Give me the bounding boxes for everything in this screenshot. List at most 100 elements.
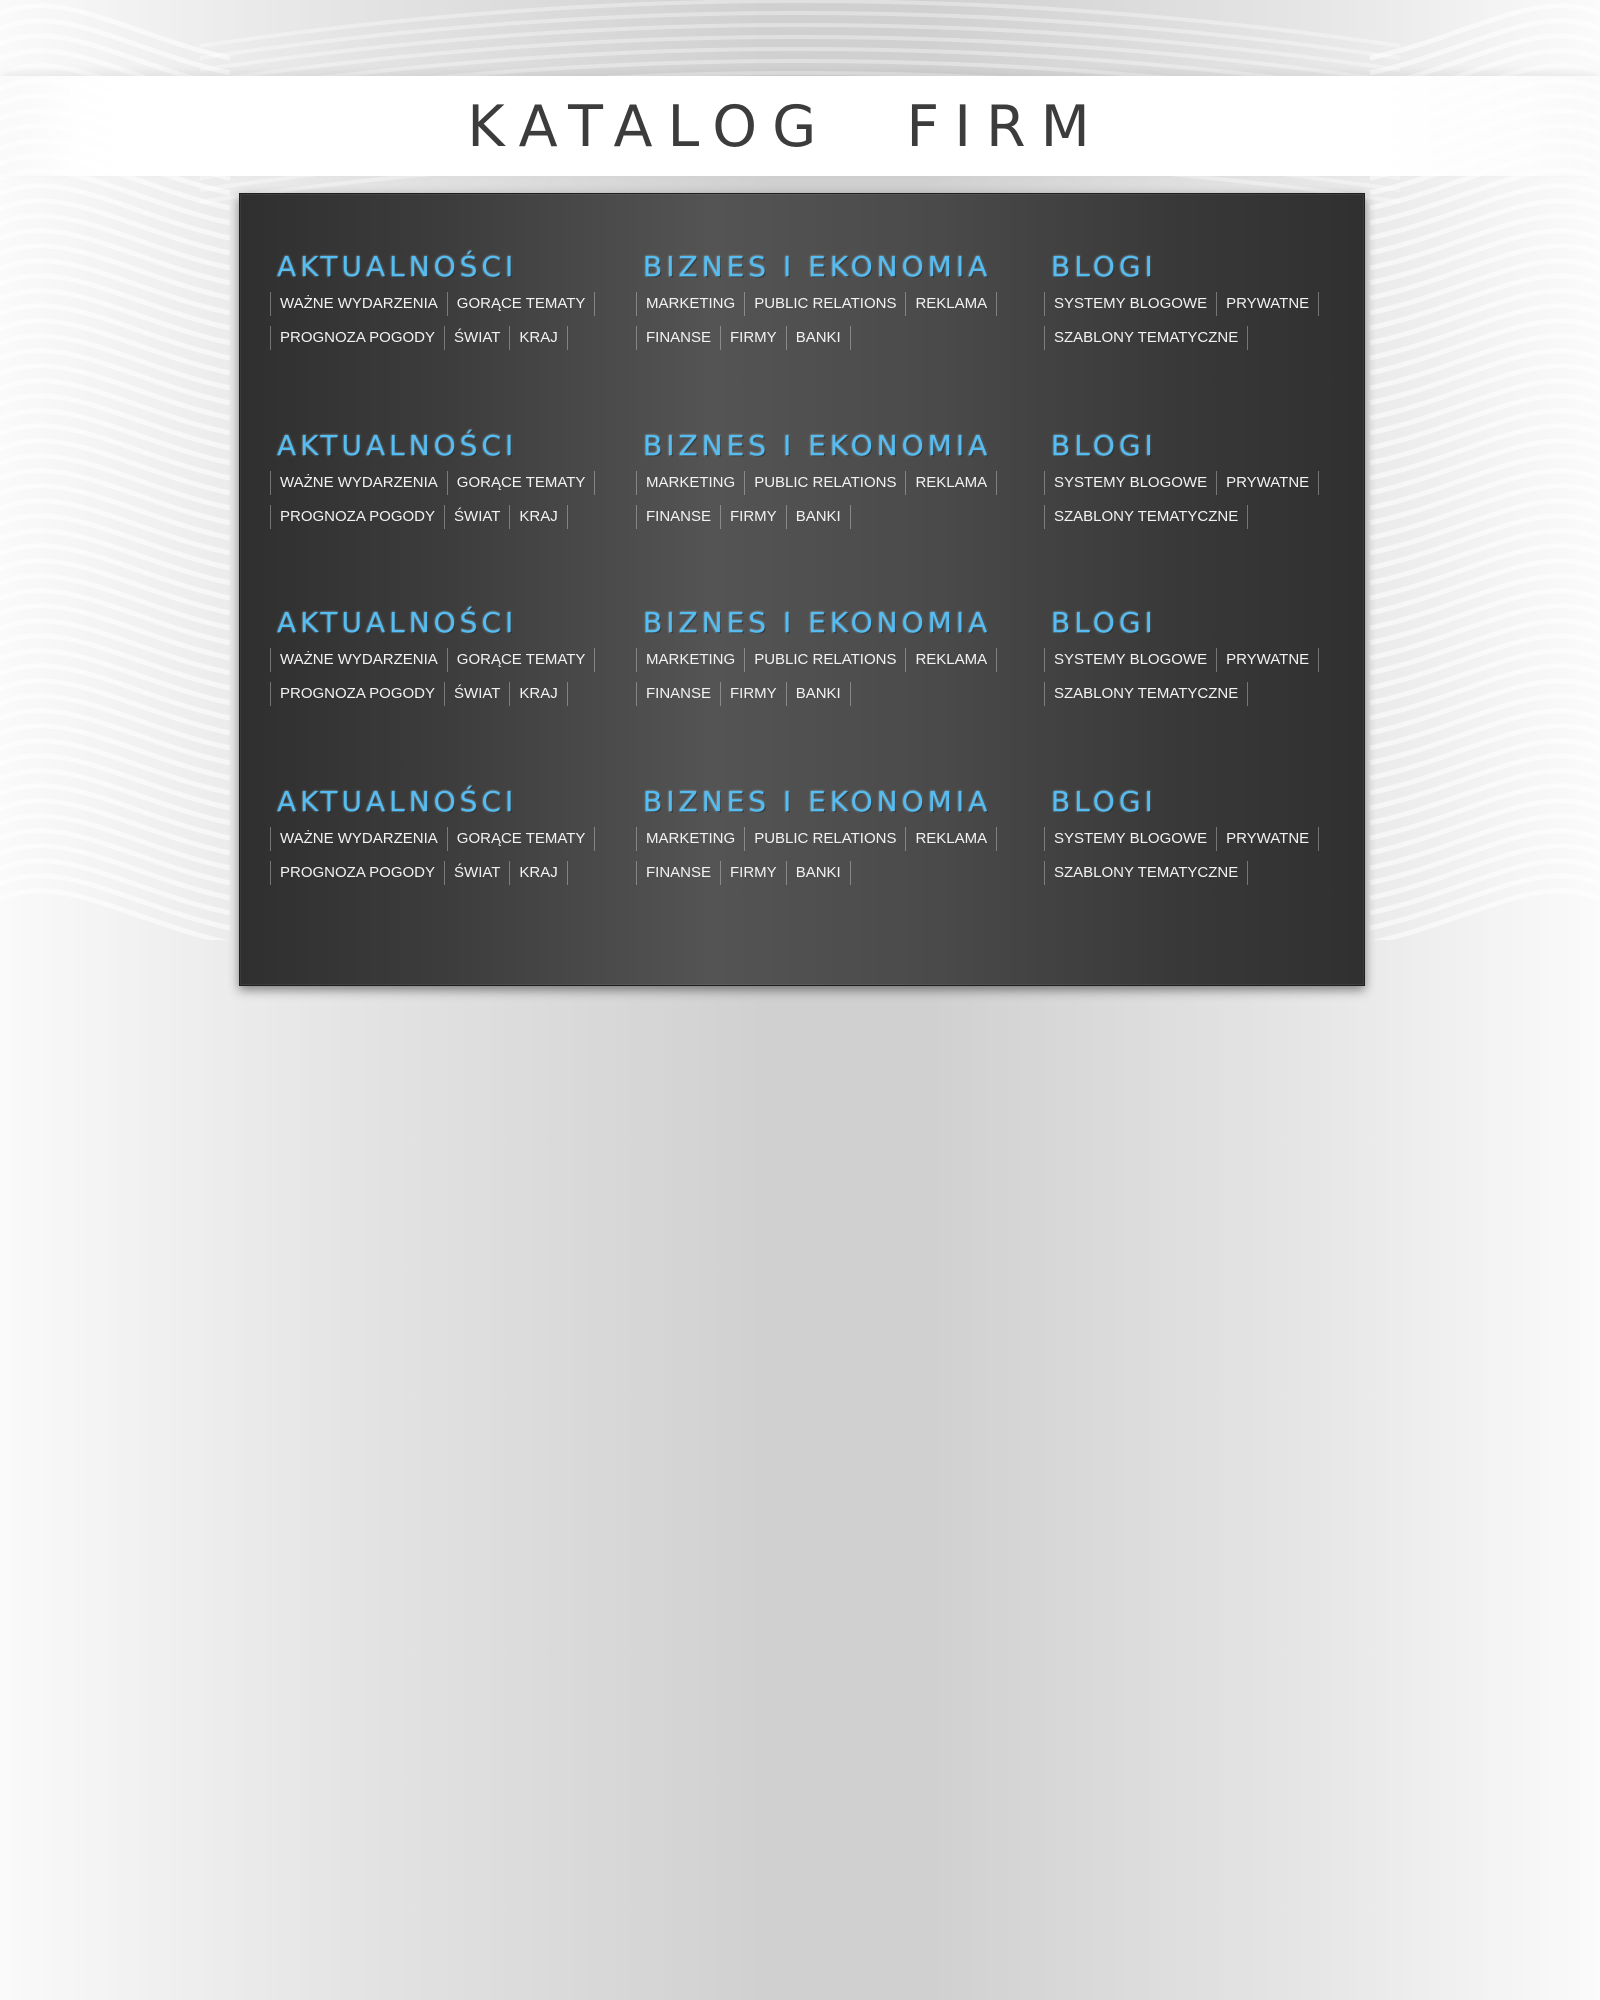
- category-block-blogs: BLOGI SYSTEMY BLOGOWE PRYWATNE SZABLONY TEM…: [1044, 605, 1394, 711]
- subcategory-link[interactable]: PROGNOZA POGODY: [270, 682, 444, 706]
- subcategory-row: SYSTEMY BLOGOWE PRYWATNE: [1044, 287, 1394, 321]
- subcategory-row: PROGNOZA POGODY ŚWIAT KRAJ: [270, 500, 620, 534]
- category-block-news: AKTUALNOŚCI WAŻNE WYDARZENIA GORĄCE TEMATY…: [270, 249, 620, 355]
- subcategory-link[interactable]: REKLAMA: [905, 292, 998, 316]
- category-block-business: BIZNES I EKONOMIA MARKETING PUBLIC RELATIO…: [636, 784, 998, 890]
- subcategory-link[interactable]: FIRMY: [720, 326, 786, 350]
- subcategory-link[interactable]: KRAJ: [509, 861, 568, 885]
- subcategory-link[interactable]: FIRMY: [720, 861, 786, 885]
- subcategory-link[interactable]: PUBLIC RELATIONS: [744, 827, 905, 851]
- subcategory-link[interactable]: SYSTEMY BLOGOWE: [1044, 827, 1216, 851]
- category-title[interactable]: BLOGI: [1051, 605, 1394, 641]
- subcategory-link[interactable]: PRYWATNE: [1216, 827, 1320, 851]
- subcategory-row: FINANSE FIRMY BANKI: [636, 677, 986, 711]
- subcategory-link[interactable]: FIRMY: [720, 682, 786, 706]
- category-title[interactable]: BIZNES I EKONOMIA: [643, 428, 987, 464]
- category-title[interactable]: BLOGI: [1051, 784, 1394, 820]
- subcategory-link[interactable]: PUBLIC RELATIONS: [744, 648, 905, 672]
- subcategory-row: SYSTEMY BLOGOWE PRYWATNE: [1044, 643, 1394, 677]
- subcategory-link[interactable]: GORĄCE TEMATY: [446, 292, 596, 316]
- subcategory-link[interactable]: SYSTEMY BLOGOWE: [1044, 292, 1216, 316]
- subcategory-link[interactable]: PRYWATNE: [1216, 648, 1320, 672]
- subcategory-link[interactable]: KRAJ: [509, 326, 568, 350]
- subcategory-link[interactable]: ŚWIAT: [444, 505, 509, 529]
- subcategory-row: SZABLONY TEMATYCZNE: [1044, 321, 1394, 355]
- background-wave-line: [1371, 888, 1600, 940]
- subcategory-link[interactable]: GORĄCE TEMATY: [446, 827, 596, 851]
- category-block-news: AKTUALNOŚCI WAŻNE WYDARZENIA GORĄCE TEMATY…: [270, 605, 620, 711]
- subcategory-link[interactable]: SZABLONY TEMATYCZNE: [1044, 326, 1249, 350]
- subcategory-link[interactable]: SZABLONY TEMATYCZNE: [1044, 505, 1249, 529]
- subcategory-link[interactable]: PRYWATNE: [1216, 471, 1320, 495]
- category-title[interactable]: AKTUALNOŚCI: [277, 428, 620, 464]
- category-title[interactable]: BLOGI: [1051, 249, 1394, 285]
- subcategory-link[interactable]: PUBLIC RELATIONS: [744, 292, 905, 316]
- subcategory-link[interactable]: PROGNOZA POGODY: [270, 326, 444, 350]
- subcategory-link[interactable]: SZABLONY TEMATYCZNE: [1044, 861, 1249, 885]
- category-title[interactable]: BLOGI: [1051, 428, 1394, 464]
- category-title[interactable]: BIZNES I EKONOMIA: [643, 784, 987, 820]
- category-title[interactable]: AKTUALNOŚCI: [277, 605, 620, 641]
- subcategory-link[interactable]: REKLAMA: [905, 471, 998, 495]
- subcategory-link[interactable]: PRYWATNE: [1216, 292, 1320, 316]
- subcategory-row: FINANSE FIRMY BANKI: [636, 500, 986, 534]
- category-block-business: BIZNES I EKONOMIA MARKETING PUBLIC RELATIO…: [636, 605, 998, 711]
- subcategory-row: PROGNOZA POGODY ŚWIAT KRAJ: [270, 856, 620, 890]
- subcategory-row: MARKETING PUBLIC RELATIONS REKLAMA: [636, 822, 998, 856]
- subcategory-row: SZABLONY TEMATYCZNE: [1044, 500, 1394, 534]
- category-title[interactable]: AKTUALNOŚCI: [277, 784, 620, 820]
- subcategory-link[interactable]: WAŻNE WYDARZENIA: [270, 827, 447, 851]
- subcategory-row: SYSTEMY BLOGOWE PRYWATNE: [1044, 466, 1394, 500]
- site-title: KATALOG FIRM: [467, 94, 1105, 160]
- subcategory-row: PROGNOZA POGODY ŚWIAT KRAJ: [270, 677, 620, 711]
- subcategory-row: WAŻNE WYDARZENIA GORĄCE TEMATY: [270, 822, 620, 856]
- subcategory-link[interactable]: SYSTEMY BLOGOWE: [1044, 648, 1216, 672]
- subcategory-link[interactable]: BANKI: [785, 326, 851, 350]
- subcategory-link[interactable]: GORĄCE TEMATY: [446, 648, 596, 672]
- subcategory-row: WAŻNE WYDARZENIA GORĄCE TEMATY: [270, 466, 620, 500]
- subcategory-link[interactable]: ŚWIAT: [444, 861, 509, 885]
- subcategory-link[interactable]: REKLAMA: [905, 648, 998, 672]
- subcategory-link[interactable]: PUBLIC RELATIONS: [744, 471, 905, 495]
- subcategory-row: PROGNOZA POGODY ŚWIAT KRAJ: [270, 321, 620, 355]
- subcategory-link[interactable]: PROGNOZA POGODY: [270, 861, 444, 885]
- subcategory-link[interactable]: MARKETING: [636, 471, 744, 495]
- subcategory-link[interactable]: SYSTEMY BLOGOWE: [1044, 471, 1216, 495]
- category-panel: AKTUALNOŚCI WAŻNE WYDARZENIA GORĄCE TEMATY…: [239, 193, 1365, 986]
- subcategory-link[interactable]: KRAJ: [509, 505, 568, 529]
- category-title[interactable]: BIZNES I EKONOMIA: [643, 605, 987, 641]
- subcategory-link[interactable]: MARKETING: [636, 648, 744, 672]
- subcategory-link[interactable]: FINANSE: [636, 682, 720, 706]
- subcategory-link[interactable]: WAŻNE WYDARZENIA: [270, 648, 447, 672]
- subcategory-link[interactable]: ŚWIAT: [444, 682, 509, 706]
- subcategory-link[interactable]: FINANSE: [636, 326, 720, 350]
- subcategory-link[interactable]: ŚWIAT: [444, 326, 509, 350]
- category-block-blogs: BLOGI SYSTEMY BLOGOWE PRYWATNE SZABLONY TEM…: [1044, 249, 1394, 355]
- subcategory-link[interactable]: BANKI: [785, 861, 851, 885]
- category-block-blogs: BLOGI SYSTEMY BLOGOWE PRYWATNE SZABLONY TEM…: [1044, 784, 1394, 890]
- subcategory-link[interactable]: BANKI: [785, 505, 851, 529]
- category-block-business: BIZNES I EKONOMIA MARKETING PUBLIC RELATIO…: [636, 428, 998, 534]
- subcategory-link[interactable]: MARKETING: [636, 827, 744, 851]
- subcategory-link[interactable]: PROGNOZA POGODY: [270, 505, 444, 529]
- subcategory-row: SYSTEMY BLOGOWE PRYWATNE: [1044, 822, 1394, 856]
- subcategory-link[interactable]: KRAJ: [509, 682, 568, 706]
- subcategory-link[interactable]: FINANSE: [636, 861, 720, 885]
- subcategory-link[interactable]: BANKI: [785, 682, 851, 706]
- subcategory-row: MARKETING PUBLIC RELATIONS REKLAMA: [636, 287, 998, 321]
- subcategory-link[interactable]: WAŻNE WYDARZENIA: [270, 471, 447, 495]
- subcategory-row: MARKETING PUBLIC RELATIONS REKLAMA: [636, 643, 998, 677]
- subcategory-row: FINANSE FIRMY BANKI: [636, 321, 986, 355]
- subcategory-link[interactable]: REKLAMA: [905, 827, 998, 851]
- category-title[interactable]: AKTUALNOŚCI: [277, 249, 620, 285]
- subcategory-link[interactable]: FIRMY: [720, 505, 786, 529]
- subcategory-link[interactable]: SZABLONY TEMATYCZNE: [1044, 682, 1249, 706]
- subcategory-row: MARKETING PUBLIC RELATIONS REKLAMA: [636, 466, 998, 500]
- subcategory-link[interactable]: WAŻNE WYDARZENIA: [270, 292, 447, 316]
- category-block-news: AKTUALNOŚCI WAŻNE WYDARZENIA GORĄCE TEMATY…: [270, 428, 620, 534]
- subcategory-link[interactable]: MARKETING: [636, 292, 744, 316]
- subcategory-link[interactable]: GORĄCE TEMATY: [446, 471, 596, 495]
- category-block-blogs: BLOGI SYSTEMY BLOGOWE PRYWATNE SZABLONY TEM…: [1044, 428, 1394, 534]
- subcategory-link[interactable]: FINANSE: [636, 505, 720, 529]
- category-title[interactable]: BIZNES I EKONOMIA: [643, 249, 987, 285]
